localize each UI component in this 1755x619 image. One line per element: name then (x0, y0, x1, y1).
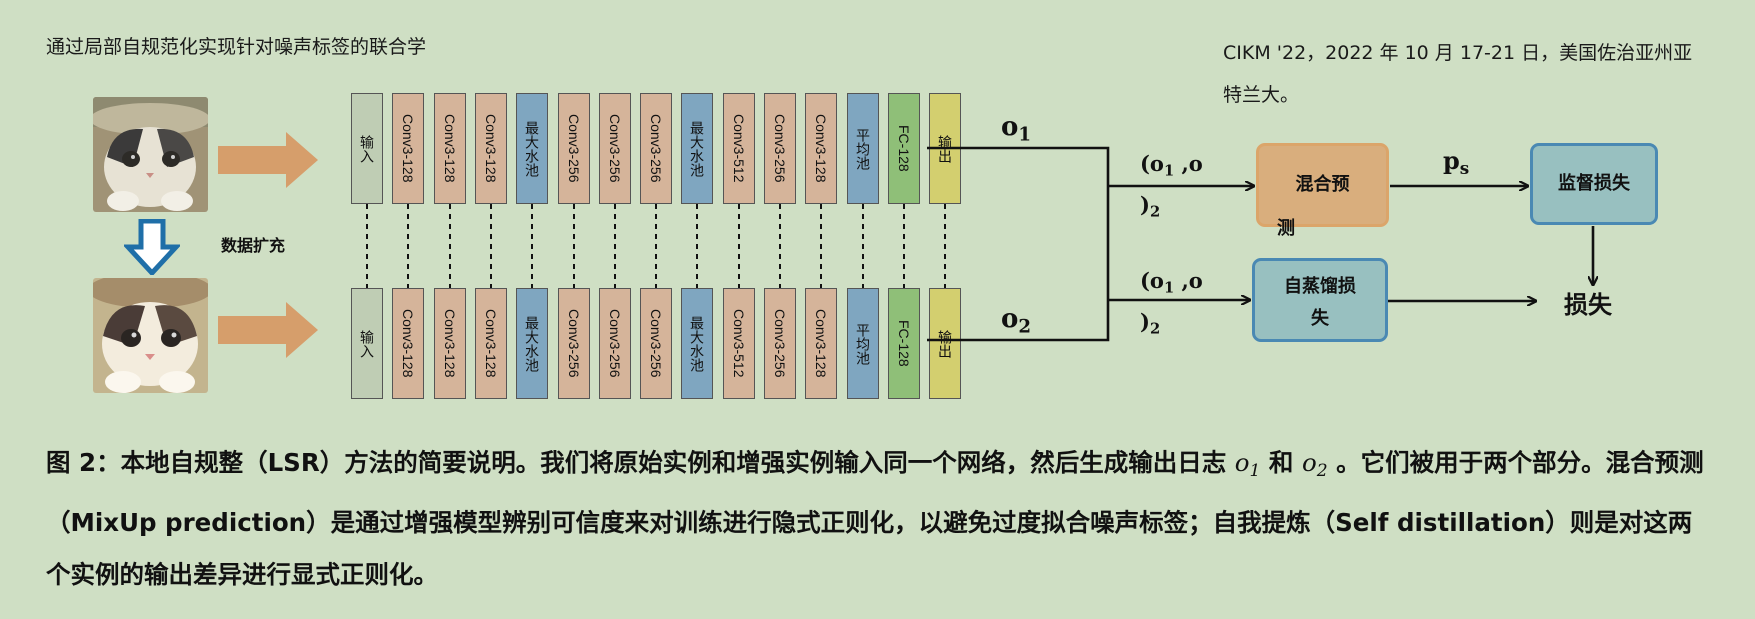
layer-conv: Conv3-256 (640, 288, 672, 399)
layer-conv: Conv3-256 (599, 93, 631, 204)
layer-conv: Conv3-128 (805, 288, 837, 399)
augmentation-label: 数据扩充 (221, 236, 286, 255)
layer-label: 平均池 (855, 322, 871, 365)
figure-caption: 图 2：本地自规整（LSR）方法的简要说明。我们将原始实例和增强实例输入同一个网… (46, 448, 1704, 590)
caption-o1: o1 (1234, 448, 1261, 482)
layer-label: Conv3-128 (483, 309, 499, 378)
layer-input: 输入 (351, 93, 383, 204)
layer-label: 输出 (937, 329, 953, 358)
layer-label: 输入 (359, 329, 375, 358)
layer-label: 最大水池 (524, 315, 540, 372)
layer-pool: 最大水池 (516, 93, 548, 204)
layer-fc: FC-128 (888, 93, 920, 204)
input-arrow-icon (218, 302, 318, 358)
output-logit-o1: o1 (1001, 112, 1031, 146)
supervised-loss-box: 监督损失 (1530, 143, 1658, 225)
layer-label: Conv3-128 (483, 114, 499, 183)
mixup-prediction-box: 混合预 测 (1256, 143, 1389, 239)
layer-label: Conv3-128 (400, 309, 416, 378)
layer-label: 输入 (359, 134, 375, 163)
distill-label-line1: 自蒸馏损 (1284, 276, 1356, 297)
layer-label: Conv3-256 (607, 114, 623, 183)
output-logit-o2: o2 (1001, 304, 1031, 338)
layer-out: 输出 (929, 93, 961, 204)
layer-conv: Conv3-512 (723, 288, 755, 399)
layer-label: Conv3-256 (607, 309, 623, 378)
layer-conv: Conv3-128 (392, 288, 424, 399)
layer-label: 最大水池 (689, 120, 705, 177)
layer-conv: Conv3-256 (558, 288, 590, 399)
layer-label: 最大水池 (689, 315, 705, 372)
mixup-label-line1: 混合预 (1295, 174, 1350, 195)
layer-label: Conv3-128 (442, 309, 458, 378)
layer-label: Conv3-256 (772, 309, 788, 378)
layer-label: 最大水池 (524, 120, 540, 177)
layer-label: Conv3-256 (566, 309, 582, 378)
layer-pool: 最大水池 (516, 288, 548, 399)
layer-conv: Conv3-128 (475, 288, 507, 399)
distill-label-line2: 失 (1311, 308, 1329, 329)
layer-label: Conv3-256 (648, 309, 664, 378)
layer-label: Conv3-128 (813, 309, 829, 378)
layer-conv: Conv3-256 (558, 93, 590, 204)
logit-pair-label-bottom: (o1 ,o)2 (1140, 268, 1203, 338)
layer-label: Conv3-512 (731, 309, 747, 378)
layer-label: Conv3-128 (400, 114, 416, 183)
layer-label: FC-128 (896, 125, 912, 172)
layer-conv: Conv3-256 (764, 93, 796, 204)
layer-conv: Conv3-512 (723, 93, 755, 204)
layer-label: Conv3-512 (731, 114, 747, 183)
logit-pair-label-top: (o1 ,o)2 (1140, 151, 1203, 221)
layer-label: FC-128 (896, 320, 912, 367)
layer-conv: Conv3-256 (764, 288, 796, 399)
mixup-label-line2: 测 (1277, 218, 1295, 239)
layer-conv: Conv3-128 (805, 93, 837, 204)
layer-pool: 最大水池 (681, 288, 713, 399)
layer-input: 输入 (351, 288, 383, 399)
original-cat-image (93, 97, 208, 212)
layer-label: Conv3-128 (442, 114, 458, 183)
layer-label: Conv3-128 (813, 114, 829, 183)
layer-label: Conv3-256 (566, 114, 582, 183)
caption-o2: o2 (1301, 448, 1328, 482)
layer-pool: 最大水池 (681, 93, 713, 204)
layer-label: Conv3-256 (772, 114, 788, 183)
self-distillation-loss-box: 自蒸馏损 失 (1252, 258, 1388, 342)
augmentation-arrow-icon (124, 219, 180, 275)
layer-conv: Conv3-128 (392, 93, 424, 204)
layer-label: Conv3-256 (648, 114, 664, 183)
input-arrow-icon (218, 132, 318, 188)
running-header-venue: CIKM '22，2022 年 10 月 17-21 日，美国佐治亚州亚特兰大。 (1223, 42, 1693, 106)
augmented-cat-image (93, 278, 208, 393)
layer-conv: Conv3-256 (599, 288, 631, 399)
ps-label: ps (1443, 146, 1470, 179)
layer-label: 平均池 (855, 127, 871, 170)
layer-conv: Conv3-128 (434, 93, 466, 204)
layer-pool: 平均池 (847, 288, 879, 399)
layer-pool: 平均池 (847, 93, 879, 204)
layer-conv: Conv3-256 (640, 93, 672, 204)
layer-conv: Conv3-128 (434, 288, 466, 399)
running-header-title: 通过局部自规范化实现针对噪声标签的联合学 (46, 36, 427, 58)
layer-conv: Conv3-128 (475, 93, 507, 204)
layer-fc: FC-128 (888, 288, 920, 399)
layer-out: 输出 (929, 288, 961, 399)
total-loss-label: 损失 (1564, 291, 1612, 319)
layer-label: 输出 (937, 134, 953, 163)
